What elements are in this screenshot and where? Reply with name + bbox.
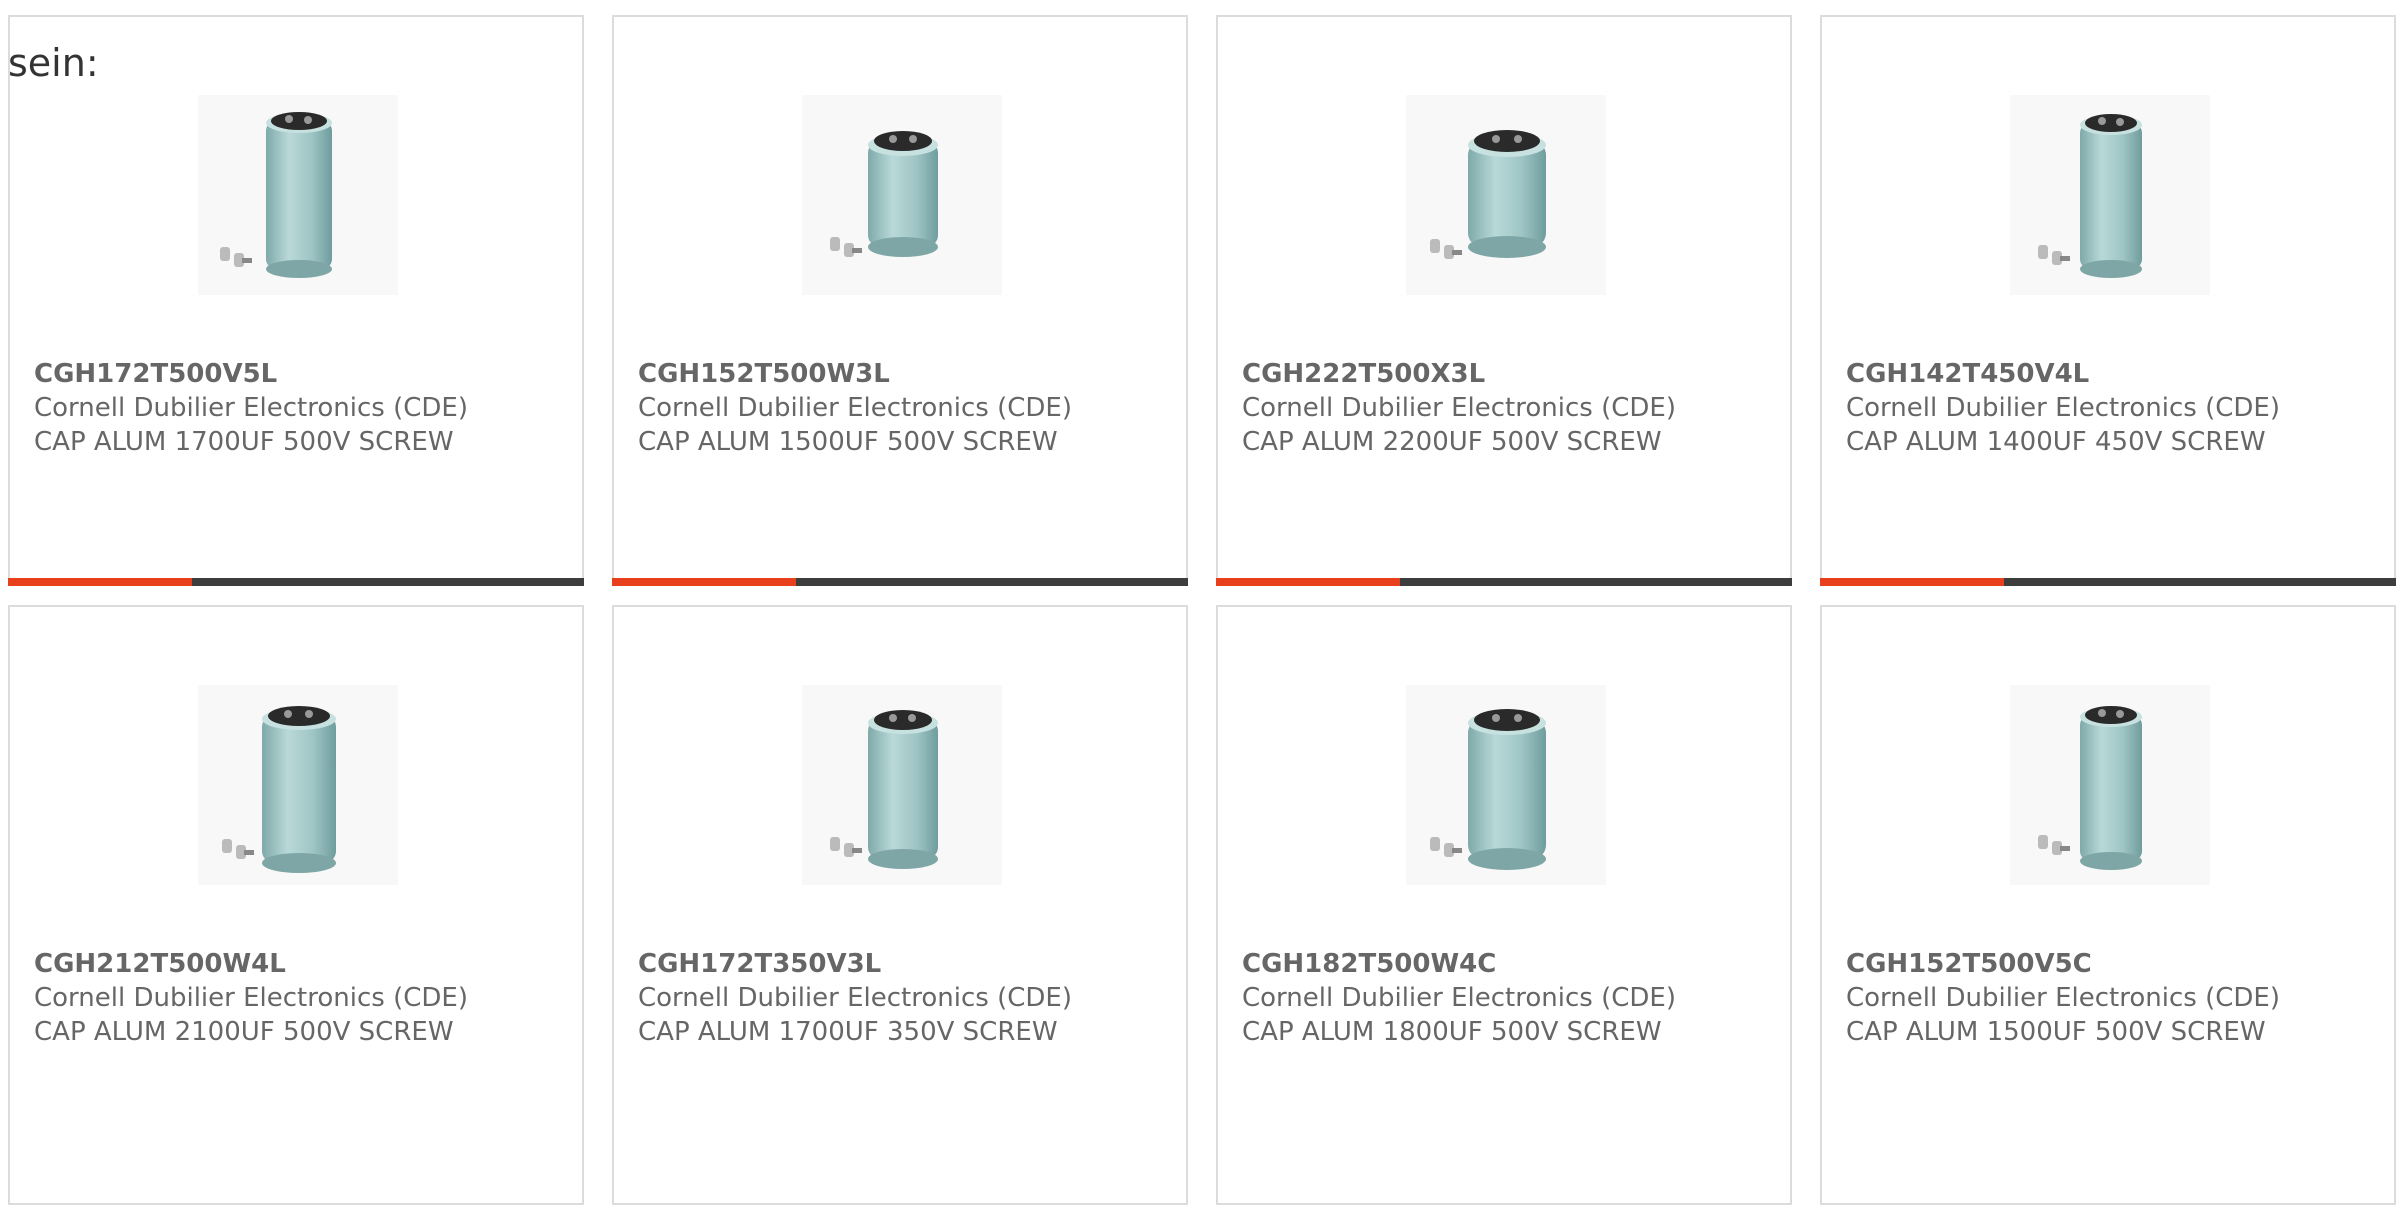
part-number[interactable]: CGH152T500W3L	[638, 357, 1178, 391]
description: CAP ALUM 2200UF 500V SCREW	[1242, 427, 1662, 457]
manufacturer: Cornell Dubilier Electronics (CDE)	[1846, 393, 2280, 423]
manufacturer: Cornell Dubilier Electronics (CDE)	[34, 393, 468, 423]
capacitor-tall-icon	[220, 112, 332, 278]
description: CAP ALUM 1500UF 500V SCREW	[638, 427, 1058, 457]
manufacturer: Cornell Dubilier Electronics (CDE)	[638, 393, 1072, 423]
part-number[interactable]: CGH152T500V5C	[1846, 947, 2386, 981]
card-footer-accent	[1820, 578, 2004, 586]
product-card[interactable]: CGH222T500X3L Cornell Dubilier Electroni…	[1216, 15, 1792, 586]
product-image[interactable]	[198, 685, 398, 885]
part-number[interactable]: CGH212T500W4L	[34, 947, 574, 981]
card-footer-bar	[612, 578, 1188, 586]
description: CAP ALUM 2100UF 500V SCREW	[34, 1017, 454, 1047]
part-number[interactable]: CGH142T450V4L	[1846, 357, 2386, 391]
capacitor-tall-icon	[2038, 706, 2142, 870]
description: CAP ALUM 1500UF 500V SCREW	[1846, 1017, 2266, 1047]
part-number[interactable]: CGH182T500W4C	[1242, 947, 1782, 981]
product-card[interactable]: CGH152T500V5C Cornell Dubilier Electroni…	[1820, 605, 2396, 1205]
part-number[interactable]: CGH172T500V5L	[34, 357, 574, 391]
product-image[interactable]	[2010, 95, 2210, 295]
part-number[interactable]: CGH222T500X3L	[1242, 357, 1782, 391]
part-number[interactable]: CGH172T350V3L	[638, 947, 1178, 981]
product-image[interactable]	[802, 95, 1002, 295]
card-footer-bar	[1820, 578, 2396, 586]
intro-text: sein:	[8, 41, 99, 85]
product-grid: CGH172T500V5L Cornell Dubilier Electroni…	[0, 0, 2400, 1205]
product-card[interactable]: CGH172T350V3L Cornell Dubilier Electroni…	[612, 605, 1188, 1205]
product-card[interactable]: CGH182T500W4C Cornell Dubilier Electroni…	[1216, 605, 1792, 1205]
capacitor-tall-icon	[2038, 114, 2142, 278]
card-footer-accent	[612, 578, 796, 586]
product-image[interactable]	[1406, 685, 1606, 885]
description: CAP ALUM 1800UF 500V SCREW	[1242, 1017, 1662, 1047]
product-image[interactable]	[2010, 685, 2210, 885]
manufacturer: Cornell Dubilier Electronics (CDE)	[1242, 983, 1676, 1013]
description: CAP ALUM 1700UF 500V SCREW	[34, 427, 454, 457]
capacitor-tall-icon	[1430, 709, 1546, 870]
capacitor-tall-icon	[222, 706, 336, 873]
capacitor-short-icon	[830, 131, 938, 257]
product-card[interactable]: CGH212T500W4L Cornell Dubilier Electroni…	[8, 605, 584, 1205]
manufacturer: Cornell Dubilier Electronics (CDE)	[1846, 983, 2280, 1013]
manufacturer: Cornell Dubilier Electronics (CDE)	[34, 983, 468, 1013]
description: CAP ALUM 1700UF 350V SCREW	[638, 1017, 1058, 1047]
product-card[interactable]: CGH152T500W3L Cornell Dubilier Electroni…	[612, 15, 1188, 586]
manufacturer: Cornell Dubilier Electronics (CDE)	[638, 983, 1072, 1013]
capacitor-short-icon	[1430, 130, 1546, 259]
capacitor-tall-icon	[830, 710, 938, 869]
card-footer-accent	[8, 578, 192, 586]
manufacturer: Cornell Dubilier Electronics (CDE)	[1242, 393, 1676, 423]
product-image[interactable]	[802, 685, 1002, 885]
card-footer-bar	[8, 578, 584, 586]
product-card[interactable]: CGH142T450V4L Cornell Dubilier Electroni…	[1820, 15, 2396, 586]
card-footer-bar	[1216, 578, 1792, 586]
product-image[interactable]	[198, 95, 398, 295]
card-footer-accent	[1216, 578, 1400, 586]
product-image[interactable]	[1406, 95, 1606, 295]
product-card[interactable]: CGH172T500V5L Cornell Dubilier Electroni…	[8, 15, 584, 586]
description: CAP ALUM 1400UF 450V SCREW	[1846, 427, 2266, 457]
